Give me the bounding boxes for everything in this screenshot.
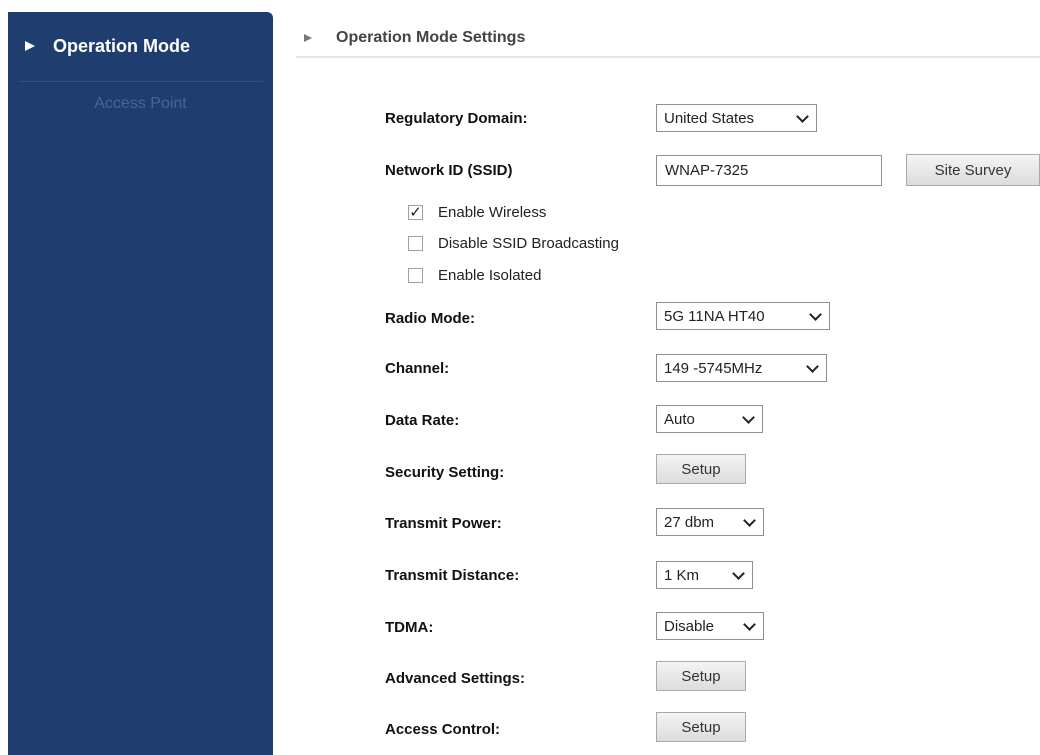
advanced-setup-button[interactable]: Setup — [656, 661, 746, 691]
channel-label: Channel: — [385, 360, 450, 377]
checkbox-unchecked-icon[interactable] — [408, 236, 423, 251]
security-setting-label: Security Setting: — [385, 464, 505, 481]
security-setup-button[interactable]: Setup — [656, 454, 746, 484]
advanced-settings-label: Advanced Settings: — [385, 670, 526, 687]
transmit-distance-value: 1 Km — [664, 566, 700, 584]
transmit-power-value: 27 dbm — [664, 513, 715, 531]
enable-wireless-checkbox[interactable]: ✓ Enable Wireless — [408, 204, 546, 221]
chevron-down-icon — [742, 411, 755, 424]
page-title: Operation Mode Settings — [304, 29, 525, 47]
sidebar-divider — [18, 81, 263, 82]
enable-wireless-label: Enable Wireless — [438, 204, 547, 221]
ssid-input[interactable] — [656, 155, 882, 186]
access-control-setup-button[interactable]: Setup — [656, 712, 746, 742]
radio-mode-select[interactable]: 5G 11NA HT40 — [656, 302, 830, 330]
data-rate-select[interactable]: Auto — [656, 405, 763, 433]
radio-mode-label: Radio Mode: — [385, 310, 475, 327]
regulatory-domain-value: United States — [664, 109, 755, 127]
chevron-down-icon — [796, 110, 809, 123]
sidebar: Operation Mode Access Point — [8, 12, 273, 755]
site-survey-button[interactable]: Site Survey — [906, 154, 1040, 186]
chevron-down-icon — [806, 360, 819, 373]
sidebar-item-access-point[interactable]: Access Point — [8, 95, 273, 113]
regulatory-domain-label: Regulatory Domain: — [385, 110, 528, 127]
enable-isolated-checkbox[interactable]: Enable Isolated — [408, 267, 541, 284]
sidebar-header-label: Operation Mode — [53, 35, 191, 56]
checkbox-unchecked-icon[interactable] — [408, 268, 423, 283]
chevron-down-icon — [809, 308, 822, 321]
channel-select[interactable]: 149 -5745MHz — [656, 354, 827, 382]
transmit-power-label: Transmit Power: — [385, 515, 502, 532]
header-divider — [296, 56, 1040, 58]
disable-ssid-broadcasting-checkbox[interactable]: Disable SSID Broadcasting — [408, 235, 619, 252]
sidebar-item-operation-mode[interactable]: Operation Mode — [8, 12, 273, 80]
arrow-right-icon — [25, 41, 35, 51]
arrow-right-icon — [304, 34, 312, 42]
chevron-down-icon — [743, 618, 756, 631]
channel-value: 149 -5745MHz — [664, 359, 763, 377]
data-rate-label: Data Rate: — [385, 412, 460, 429]
checkbox-checked-icon[interactable]: ✓ — [408, 205, 423, 220]
chevron-down-icon — [732, 567, 745, 580]
enable-isolated-label: Enable Isolated — [438, 267, 542, 284]
radio-mode-value: 5G 11NA HT40 — [664, 307, 765, 325]
regulatory-domain-select[interactable]: United States — [656, 104, 817, 132]
transmit-distance-label: Transmit Distance: — [385, 567, 520, 584]
tdma-value: Disable — [664, 617, 715, 635]
tdma-select[interactable]: Disable — [656, 612, 764, 640]
ssid-label: Network ID (SSID) — [385, 162, 513, 179]
access-control-label: Access Control: — [385, 721, 501, 738]
transmit-distance-select[interactable]: 1 Km — [656, 561, 753, 589]
chevron-down-icon — [743, 514, 756, 527]
page-title-text: Operation Mode Settings — [336, 29, 526, 46]
data-rate-value: Auto — [664, 410, 695, 428]
disable-ssid-broadcasting-label: Disable SSID Broadcasting — [438, 235, 619, 252]
tdma-label: TDMA: — [385, 619, 434, 636]
transmit-power-select[interactable]: 27 dbm — [656, 508, 764, 536]
